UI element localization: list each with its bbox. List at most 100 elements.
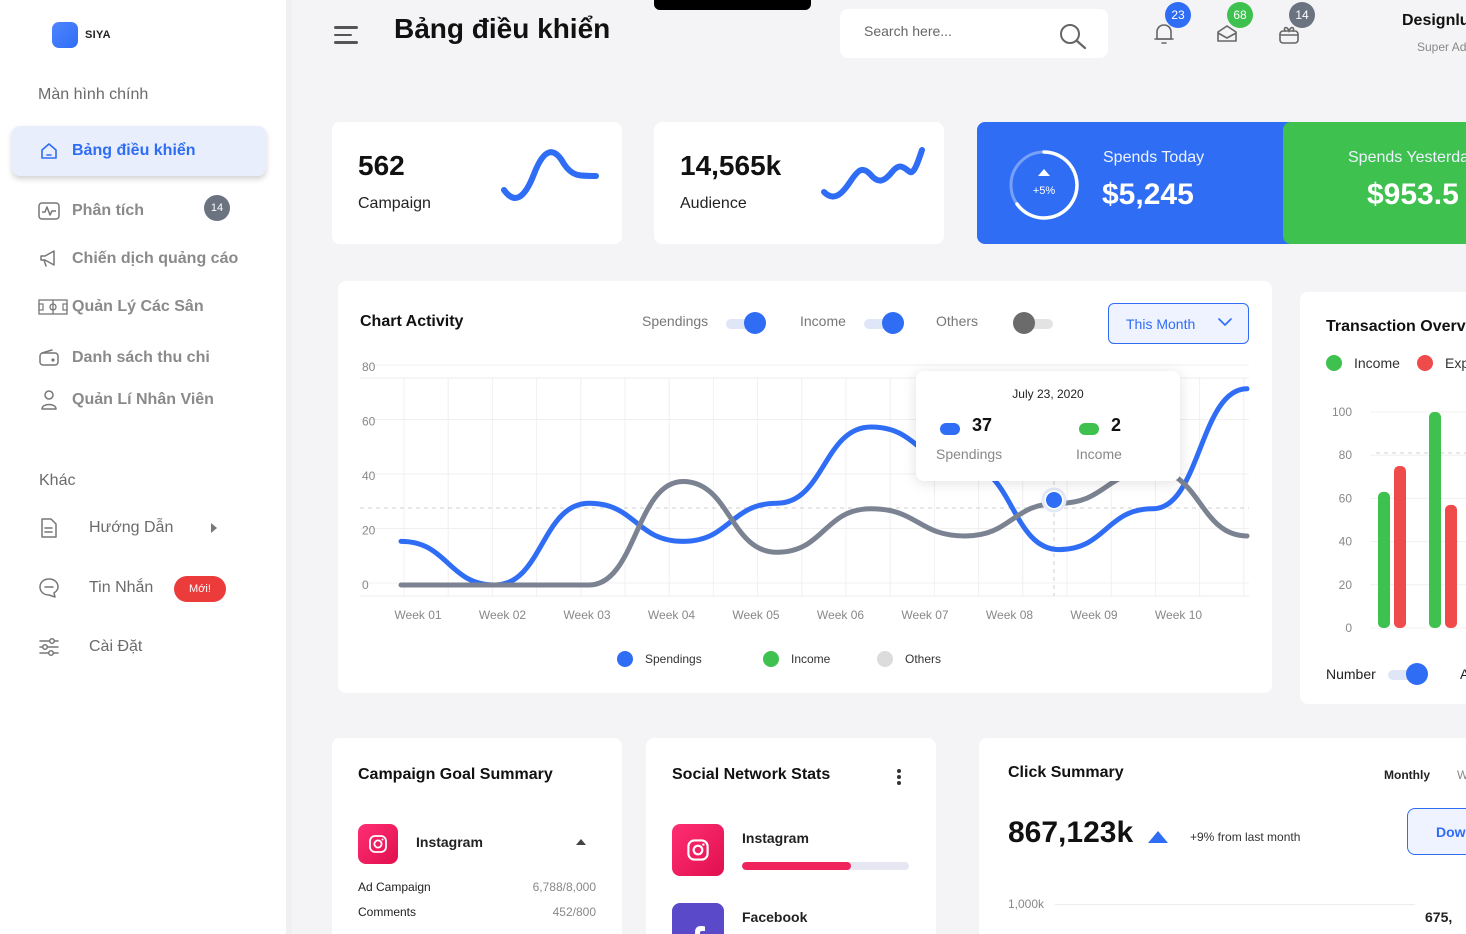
x-tick-label: Week 09 — [1070, 608, 1117, 622]
sidebar-item-staff[interactable]: Quản Lí Nhân Viên — [38, 389, 214, 411]
period-weekly-tab[interactable]: W — [1457, 768, 1466, 782]
search-box — [840, 9, 1108, 58]
camera-notch — [654, 0, 811, 10]
transaction-extra-label: A — [1460, 666, 1466, 682]
transaction-overview-card: Transaction Overvi Income Exp 0 20 40 60 80 1… — [1300, 292, 1466, 704]
sidebar-item-label: Quản Lí Nhân Viên — [72, 391, 214, 408]
y-tick-label: 0 — [362, 578, 369, 592]
chart-tooltip: July 23, 2020 37 Spendings 2 Income — [916, 371, 1180, 481]
caret-up-icon[interactable] — [575, 838, 587, 846]
trend-up-icon — [1148, 831, 1168, 843]
click-summary-card: Click Summary Monthly W 867,123k +9% fro… — [979, 738, 1466, 934]
x-tick-label: Week 05 — [732, 608, 779, 622]
click-summary-value: 867,123k — [1008, 816, 1134, 849]
spends-yesterday-value: $953.5 — [1367, 178, 1459, 211]
user-name[interactable]: Designlu — [1402, 12, 1466, 30]
messages-new-badge: Mới! — [174, 576, 226, 602]
field-icon — [38, 296, 68, 318]
goal-row-label: Ad Campaign — [358, 880, 431, 894]
y-tick-label: 0 — [1345, 621, 1352, 635]
analytics-icon — [38, 200, 60, 222]
social-stats-card: Social Network Stats Instagram Facebook — [646, 738, 936, 934]
sidebar-item-label: Danh sách thu chi — [72, 349, 210, 366]
legend-income[interactable]: Income — [763, 651, 830, 667]
x-tick-label: Week 04 — [648, 608, 695, 622]
user-icon — [38, 389, 60, 411]
instagram-icon — [358, 824, 398, 864]
legend-others[interactable]: Others — [877, 651, 941, 667]
click-y-tick: 1,000k — [1008, 897, 1045, 911]
user-role: Super Ad — [1417, 40, 1466, 54]
spends-today-value: $5,245 — [1102, 178, 1194, 211]
period-monthly-tab[interactable]: Monthly — [1384, 768, 1430, 782]
campaign-sparkline — [501, 149, 599, 201]
sidebar-item-guide[interactable]: Hướng Dẫn — [38, 517, 173, 539]
search-icon[interactable] — [1058, 22, 1088, 50]
home-icon — [38, 140, 60, 162]
x-tick-label: Week 03 — [563, 608, 610, 622]
legend-spendings[interactable]: Spendings — [617, 651, 702, 667]
y-tick-label: 100 — [1332, 405, 1352, 419]
sidebar-item-settings[interactable]: Cài Đặt — [38, 636, 142, 658]
spends-yesterday-label: Spends Yesterda — [1348, 149, 1466, 166]
transaction-toggle-label: Number — [1326, 666, 1376, 682]
y-tick-label: 20 — [1339, 578, 1353, 592]
y-tick-label: 60 — [1339, 491, 1353, 505]
audience-sparkline — [821, 147, 925, 200]
sidebar-item-analytics[interactable]: Phân tích — [38, 200, 144, 222]
sidebar-item-fields[interactable]: Quản Lý Các Sân — [38, 296, 204, 318]
legend-spendings-label: Spendings — [645, 652, 702, 666]
campaign-goal-title: Campaign Goal Summary — [358, 766, 553, 783]
download-button[interactable]: Dow — [1407, 808, 1466, 855]
analytics-count-badge: 14 — [204, 195, 230, 221]
facebook-icon — [672, 903, 724, 934]
bar-income[interactable] — [1378, 491, 1390, 628]
tooltip-income-value: 2 — [1111, 415, 1122, 435]
instagram-progress-bar — [742, 862, 909, 870]
x-tick-label: Week 07 — [901, 608, 948, 622]
settings-sliders-icon — [38, 636, 60, 658]
brand-logo[interactable] — [52, 22, 78, 48]
sidebar-item-label: Bảng điều khiển — [72, 142, 196, 159]
tooltip-income-swatch — [1079, 423, 1099, 435]
tooltip-spendings-swatch — [940, 423, 960, 435]
tooltip-spendings-value: 37 — [972, 415, 993, 435]
notification-count-badge: 23 — [1165, 2, 1191, 28]
x-tick-label: Week 10 — [1155, 608, 1202, 622]
sidebar-item-label: Tin Nhắn — [89, 579, 154, 596]
megaphone-icon — [38, 248, 60, 270]
x-tick-label: Week 02 — [479, 608, 526, 622]
other-section-label: Khác — [39, 472, 76, 489]
sidebar-item-ad-campaign[interactable]: Chiến dịch quảng cáo — [38, 248, 238, 270]
bar-income[interactable] — [1429, 412, 1441, 628]
bar-exp[interactable] — [1394, 466, 1406, 628]
tooltip-spendings-label: Spendings — [936, 446, 1003, 462]
audience-stat-card: 14,565k Audience — [654, 122, 944, 244]
spends-today-card: +5% Spends Today $5,245 — [977, 122, 1297, 244]
audience-label: Audience — [680, 195, 747, 212]
hover-point[interactable] — [1046, 492, 1062, 508]
click-summary-change: +9% from last month — [1190, 830, 1301, 844]
sidebar-item-dashboard[interactable]: Bảng điều khiển — [38, 140, 196, 162]
legend-others-label: Others — [905, 652, 942, 666]
menu-toggle-icon[interactable] — [334, 26, 358, 44]
bar-exp[interactable] — [1445, 504, 1457, 628]
cart-count-badge: 14 — [1289, 2, 1315, 28]
caret-right-icon[interactable] — [210, 523, 218, 533]
campaign-label: Campaign — [358, 195, 431, 212]
tooltip-income-label: Income — [1076, 446, 1122, 462]
y-tick-label: 80 — [1339, 448, 1353, 462]
legend-income-label: Income — [791, 652, 831, 666]
campaign-value: 562 — [358, 150, 405, 181]
y-tick-label: 20 — [362, 524, 376, 538]
campaign-goal-card: Campaign Goal Summary Instagram Ad Campa… — [332, 738, 622, 934]
x-tick-label: Week 06 — [817, 608, 864, 622]
more-options-icon[interactable] — [896, 768, 902, 786]
sidebar-item-income-expense[interactable]: Danh sách thu chi — [38, 347, 210, 369]
sidebar-item-messages[interactable]: Tin Nhắn — [38, 577, 153, 599]
campaign-goal-platform: Instagram — [416, 834, 483, 850]
transaction-bar-chart: 0 20 40 60 80 100 — [1332, 405, 1466, 635]
transaction-number-toggle[interactable] — [1388, 663, 1428, 685]
tooltip-date: July 23, 2020 — [1012, 387, 1084, 401]
search-input[interactable] — [864, 23, 1054, 39]
